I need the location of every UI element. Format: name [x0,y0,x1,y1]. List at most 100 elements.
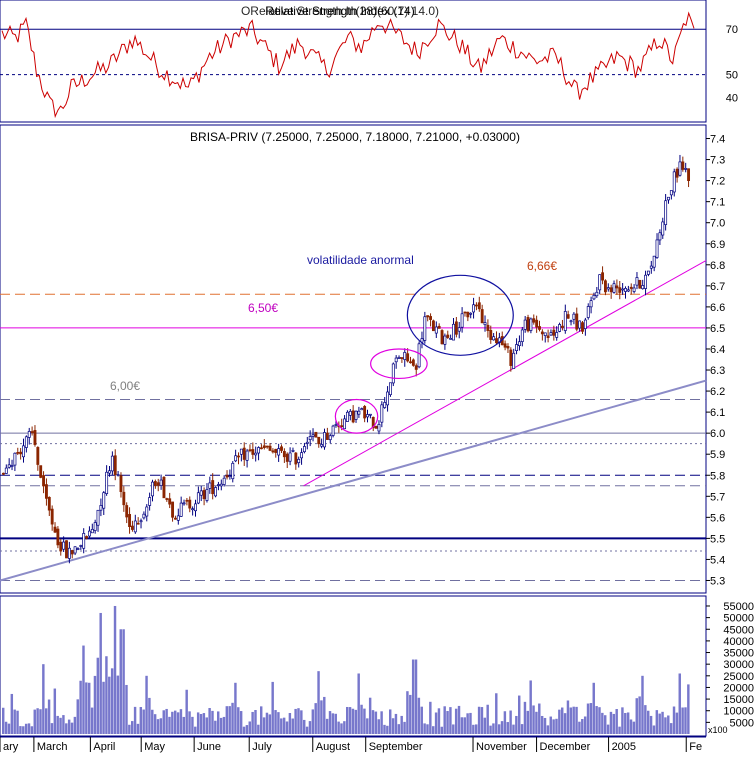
volume-bar [340,723,343,734]
volume-bar [303,719,306,734]
candle-body [366,414,369,418]
candle-body [388,382,392,396]
volume-bar [211,710,214,734]
volume-bar [105,656,108,734]
candle-body [67,547,71,559]
price-panel-frame [0,124,707,594]
rsi-tick-label: 70 [726,24,738,36]
time-axis: ary March April May June July August September N… [0,736,706,753]
candle-body [618,287,622,293]
volume-bar [214,720,217,734]
candle-body [595,291,599,297]
volume-bar [506,722,509,734]
candle-body [489,330,493,340]
volume-bar [492,723,495,734]
volume-bar [523,701,527,734]
candle-body [199,490,203,496]
volume-bar [305,726,309,734]
candle-body [102,492,106,509]
rsi-axis-ticks: 40 50 70 [726,24,738,104]
candle-body [400,357,404,359]
candle-body [360,408,364,411]
volume-bar [380,711,383,734]
volume-bar [168,716,171,734]
volume-bar [540,715,544,734]
candle-body [62,541,66,550]
candle-body [632,287,636,292]
candle-body [589,300,593,308]
volume-tick-label: 30000 [723,659,754,671]
candle-body [409,361,412,364]
candle-body [343,418,347,430]
candle-body [39,465,43,478]
candle-body [612,283,616,293]
candle-body [391,363,395,384]
candle-body [661,221,665,236]
volume-bar [649,715,653,734]
volume-bar [82,645,85,734]
volume-bar [409,694,412,734]
candle-body [452,323,455,341]
price-tick-label: 6.2 [710,386,725,398]
candle-body [90,529,94,534]
candle-body [228,475,232,477]
candle-body [274,448,278,453]
volume-bar [604,715,607,734]
volume-bar [133,706,137,734]
volume-bar [196,712,200,734]
volume-bar [366,718,369,734]
volume-bar [56,715,59,734]
volume-bar [423,723,426,734]
volume-bar [234,682,237,734]
candle-body [655,239,659,258]
candle-body [122,491,126,506]
time-axis-label: ary [3,741,19,753]
volume-tick-label: 5000 [730,717,754,729]
volume-bar [285,721,289,734]
volume-bar [102,681,105,734]
candle-body [569,320,573,323]
candle-body [397,357,401,359]
candle-body [523,319,527,330]
candle-body [386,391,390,406]
candle-body [615,285,619,289]
candle-body [280,446,283,451]
volume-tick-label: 55000 [723,601,754,613]
volume-bar [678,673,681,734]
volume-bar [108,676,111,734]
volume-bar [142,709,145,734]
candle-body [635,277,639,286]
volume-bar [529,680,532,734]
volume-bar [386,725,389,734]
candle-body [669,190,673,196]
candle-body [466,311,470,318]
volume-tick-label: 45000 [723,624,754,636]
volume-bar [397,724,401,734]
candle-body [354,410,358,420]
volume-bar [543,717,547,734]
volume-bar [644,705,647,734]
volume-bar [145,675,148,734]
volume-bar [131,721,134,734]
candle-body [492,336,496,341]
volume-bar [165,708,168,734]
candle-body [443,335,447,345]
candle-body [211,480,215,495]
candle-body [237,455,240,458]
candle-body [535,319,539,328]
volume-bar [2,707,5,734]
volume-bar [647,710,650,734]
candle-body [151,481,154,497]
volume-bar [440,726,444,734]
price-tick-label: 7.3 [710,155,725,167]
rsi-tick-label: 50 [726,70,738,82]
volume-bar [65,723,68,734]
volume-bar [93,675,97,734]
volume-bar [76,699,79,734]
volume-bar [19,726,22,734]
candle-body [225,475,229,478]
volume-bar [592,682,595,734]
candle-body [658,232,662,241]
candle-body [345,411,349,422]
candle-body [153,481,157,486]
